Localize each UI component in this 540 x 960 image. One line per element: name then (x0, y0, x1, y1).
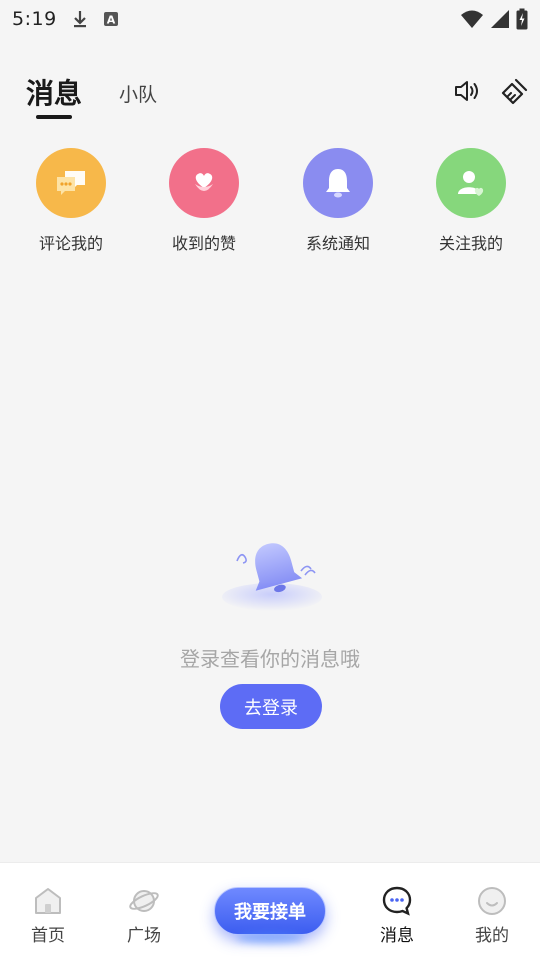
nav-item-messages[interactable]: 消息 (362, 885, 432, 946)
category-followers[interactable]: 关注我的 (416, 148, 526, 254)
empty-state-message: 登录查看你的消息哦 (180, 647, 360, 671)
bell-illustration-icon (222, 543, 322, 611)
header: 消息 小队 (0, 60, 540, 120)
nav-label: 消息 (380, 926, 414, 946)
nav-item-mine[interactable]: 我的 (457, 885, 527, 946)
accessibility-a-icon: A (103, 12, 118, 27)
category-notifications[interactable]: 系统通知 (283, 148, 393, 254)
broom-icon[interactable] (500, 76, 530, 106)
category-label: 收到的赞 (171, 234, 236, 253)
bell-icon (303, 148, 373, 218)
user-heart-icon (436, 148, 506, 218)
category-label: 评论我的 (38, 234, 103, 253)
svg-text:A: A (106, 14, 115, 27)
take-order-button[interactable]: 我要接单 (214, 887, 326, 935)
bottom-nav: 首页 广场 我要接单 消息 我的 (0, 862, 540, 960)
tab-active-indicator (36, 115, 72, 119)
tab-messages[interactable]: 消息 (26, 72, 82, 112)
cellular-signal-icon (491, 10, 509, 28)
heart-flower-icon (169, 148, 239, 218)
speaker-icon[interactable] (452, 76, 482, 106)
nav-item-plaza[interactable]: 广场 (109, 885, 179, 946)
wifi-icon (461, 10, 483, 28)
messages-screen: 5:19 A 消息 小队 评论我的 收到的赞 系统通知 关注我的 登录查看你的消… (0, 0, 540, 960)
planet-icon (129, 890, 159, 912)
home-icon (35, 888, 61, 914)
status-bar: 5:19 A (0, 0, 540, 38)
category-label: 关注我的 (438, 234, 503, 253)
nav-label: 广场 (127, 926, 161, 946)
status-time: 5:19 (12, 8, 57, 30)
battery-charging-icon (516, 8, 528, 30)
category-comments[interactable]: 评论我的 (16, 148, 126, 254)
nav-label: 我的 (475, 926, 509, 946)
download-icon (73, 11, 86, 28)
tab-squad[interactable]: 小队 (119, 80, 157, 107)
chat-bubbles-icon (36, 148, 106, 218)
message-categories: 评论我的 收到的赞 系统通知 关注我的 (0, 148, 540, 258)
nav-label: 首页 (31, 926, 65, 946)
login-button[interactable]: 去登录 (220, 684, 322, 729)
nav-item-home[interactable]: 首页 (13, 885, 83, 946)
category-likes[interactable]: 收到的赞 (149, 148, 259, 254)
message-icon (382, 886, 412, 916)
take-order-glow (236, 933, 304, 943)
category-label: 系统通知 (305, 234, 370, 253)
smile-icon (478, 887, 506, 915)
